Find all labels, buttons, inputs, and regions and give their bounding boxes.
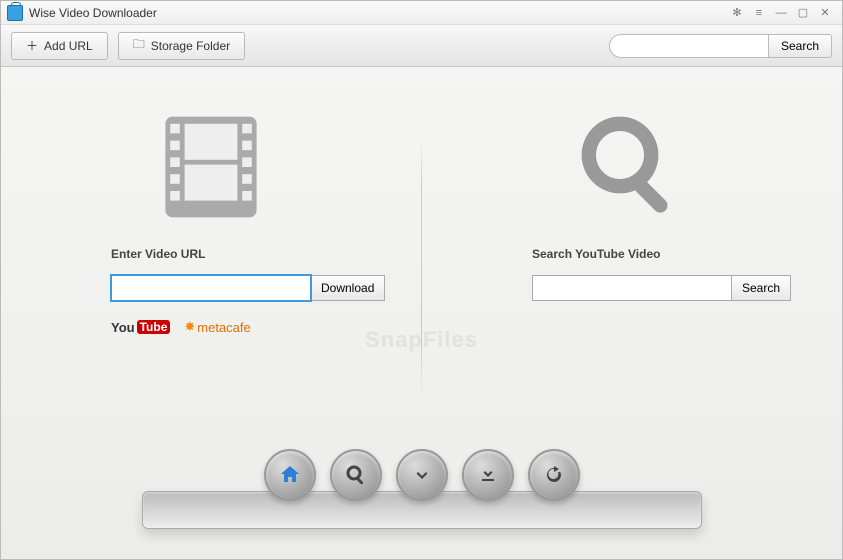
app-icon: [7, 5, 23, 21]
dock: [1, 449, 842, 559]
close-button[interactable]: ✕: [814, 4, 836, 22]
toolbar: ＋ Add URL 🗀 Storage Folder 🔍 Search: [1, 25, 842, 67]
maximize-button[interactable]: ▢: [792, 4, 814, 22]
top-search-button[interactable]: Search: [769, 34, 832, 58]
supported-sites: YouTube ✸metacafe: [111, 319, 251, 335]
youtube-logo: YouTube: [111, 320, 170, 335]
download-button[interactable]: Download: [311, 275, 385, 301]
content: SnapFiles Enter Video URL ⊞ Download You…: [1, 67, 842, 559]
dock-search-button[interactable]: [330, 449, 382, 501]
home-button[interactable]: [264, 449, 316, 501]
dock-download-queue-button[interactable]: [462, 449, 514, 501]
url-column: Enter Video URL ⊞ Download YouTube ✸meta…: [1, 107, 421, 427]
youtube-search-button[interactable]: Search: [732, 275, 791, 301]
titlebar: Wise Video Downloader ✻ ≡ — ▢ ✕: [1, 1, 842, 25]
dock-refresh-button[interactable]: [528, 449, 580, 501]
menu-icon[interactable]: ≡: [748, 4, 770, 22]
search-column: Search YouTube Video 🔍 Search: [422, 107, 842, 427]
flame-icon: ✸: [184, 319, 195, 335]
youtube-search-input[interactable]: [532, 275, 732, 301]
dock-download-button[interactable]: [396, 449, 448, 501]
film-reel-icon: [151, 107, 271, 227]
search-label: Search YouTube Video: [532, 247, 660, 261]
storage-folder-button[interactable]: 🗀 Storage Folder: [118, 32, 245, 60]
metacafe-logo: ✸metacafe: [184, 319, 250, 335]
add-url-button[interactable]: ＋ Add URL: [11, 32, 108, 60]
url-label: Enter Video URL: [111, 247, 205, 261]
top-search: 🔍 Search: [609, 34, 832, 58]
app-title: Wise Video Downloader: [29, 6, 726, 20]
minimize-button[interactable]: —: [770, 4, 792, 22]
plus-icon: ＋: [26, 37, 38, 54]
url-input[interactable]: [111, 275, 311, 301]
top-search-input[interactable]: [609, 34, 769, 58]
storage-folder-label: Storage Folder: [151, 39, 230, 53]
folder-icon: 🗀: [133, 35, 145, 56]
settings-icon[interactable]: ✻: [726, 4, 748, 22]
add-url-label: Add URL: [44, 39, 93, 53]
magnifier-icon: [572, 107, 692, 227]
